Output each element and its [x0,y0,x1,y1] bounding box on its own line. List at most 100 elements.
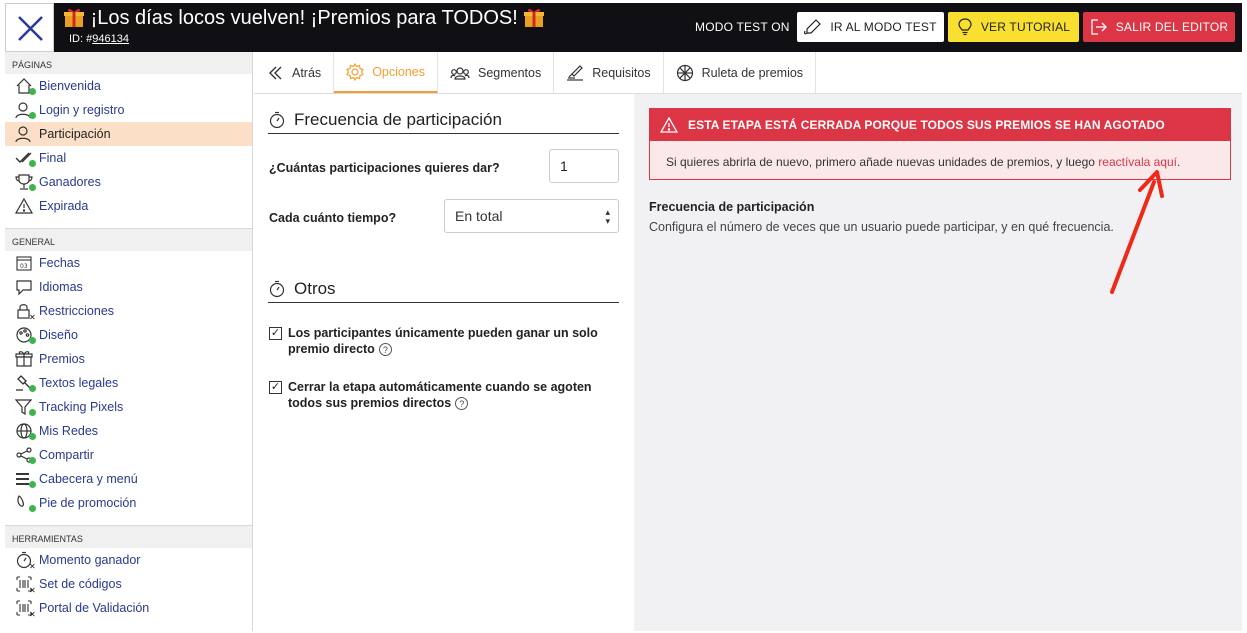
tab-ruleta[interactable]: Ruleta de premios [664,52,817,93]
sidebar-item-label: Participación [39,127,111,141]
participations-label: ¿Cuántas participaciones quieres dar? [269,161,500,175]
status-dot [29,337,36,344]
share-icon [15,446,36,464]
lock-icon: ✕ [15,302,36,322]
sidebar-item-label: Textos legales [39,376,119,390]
sidebar-item-set-codigos[interactable]: ✕ Set de códigos [5,572,252,596]
participations-input[interactable]: 1 [549,149,619,183]
status-dot [29,505,36,512]
editor-window: ¡Los días locos vuelven! ¡Premios para T… [5,3,1242,631]
select-arrows-icon: ▴ ▾ [605,207,610,226]
campaign-id: ID: #946134 [69,33,129,45]
tab-label: Requisitos [592,65,651,80]
sidebar-item-expirada[interactable]: Expirada [5,194,252,218]
test-mode-button[interactable]: IR AL MODO TEST [797,12,944,42]
section-label-tools: HERRAMIENTAS [5,526,252,548]
sidebar-item-restricciones[interactable]: ✕ Restricciones [5,299,252,323]
test-mode-button-label: IR AL MODO TEST [830,20,937,34]
gift-emoji-icon [64,8,84,27]
users-icon [450,66,470,80]
sidebar-item-diseno[interactable]: Diseño [5,323,252,347]
footer-icon [15,494,36,512]
check-icon [15,149,36,167]
sidebar-item-textos-legales[interactable]: Textos legales [5,371,252,395]
frequency-select-value: En total [455,208,503,224]
section-title: Otros [294,278,336,298]
status-dot [29,160,36,167]
section-heading-frequency: Frecuencia de participación [268,106,619,134]
sidebar-item-final[interactable]: Final [5,146,252,170]
tutorial-button[interactable]: VER TUTORIAL [948,12,1079,42]
menu-icon [15,470,36,488]
sidebar-item-participacion[interactable]: Participación [5,122,252,146]
tab-label: Opciones [372,64,425,79]
sidebar-item-compartir[interactable]: Compartir [5,443,252,467]
single-prize-checkbox[interactable]: ✓ [269,327,282,340]
tab-bar: Atrás Opciones Segmentos Requisitos Rule… [254,52,1242,94]
status-dot [29,457,36,464]
pen-icon [804,19,822,35]
sidebar-item-ganadores[interactable]: Ganadores [5,170,252,194]
status-dot [29,112,36,119]
sidebar-item-label: Set de códigos [39,577,122,591]
section-heading-others: Otros [268,275,619,303]
sidebar-item-premios[interactable]: Premios [5,347,252,371]
x-mark-icon: ✕ [29,610,36,619]
auto-close-checkbox[interactable]: ✓ [269,381,282,394]
gavel-icon [15,374,36,392]
tab-opciones[interactable]: Opciones [334,52,438,93]
gear-icon [346,62,365,81]
sidebar-item-login[interactable]: Login y registro [5,98,252,122]
frequency-select[interactable]: En total ▴ ▾ [444,199,619,233]
home-icon [15,77,36,95]
sidebar-item-label: Pie de promoción [39,496,137,510]
stamp-icon [567,64,584,81]
globe-icon [15,422,36,440]
sidebar-item-tracking-pixels[interactable]: Tracking Pixels [5,395,252,419]
annotation-arrow [1110,170,1164,294]
checkbox-label: Cerrar la etapa automáticamente cuando s… [288,380,592,410]
sidebar-item-portal-validacion[interactable]: ✕ Portal de Validación [5,596,252,620]
x-mark-icon: ✕ [29,562,36,571]
sidebar-item-momento-ganador[interactable]: ✕ Momento ganador [5,548,252,572]
status-dot [29,481,36,488]
sidebar-item-label: Portal de Validación [39,601,150,615]
sidebar-item-label: Ganadores [39,175,101,189]
user-icon [15,125,35,143]
x-mark-icon: ✕ [29,313,36,322]
sidebar-item-label: Premios [39,352,85,366]
single-prize-option: ✓ Los participantes únicamente pueden ga… [269,325,619,357]
tab-requisitos[interactable]: Requisitos [554,52,664,93]
tab-label: Segmentos [478,65,542,80]
sidebar-item-pie-promocion[interactable]: Pie de promoción [5,491,252,515]
help-icon[interactable]: ? [455,397,469,410]
sidebar-item-label: Diseño [39,328,78,342]
sidebar-item-cabecera[interactable]: Cabecera y menú [5,467,252,491]
stopwatch-icon [269,280,285,297]
filter-icon [14,398,36,416]
sidebar-item-label: Cabecera y menú [39,472,138,486]
sidebar-item-label: Idiomas [39,280,83,294]
sidebar-item-fechas[interactable]: 03 Fechas [5,251,252,275]
help-icon[interactable]: ? [378,343,392,356]
sidebar-item-mis-redes[interactable]: Mis Redes [5,419,252,443]
sidebar-item-label: Momento ganador [39,553,141,567]
sidebar-item-label: Mis Redes [39,424,99,438]
sidebar: PÁGINAS Bienvenida Login y registro Part… [5,52,253,631]
tab-segmentos[interactable]: Segmentos [438,52,555,93]
top-bar: ¡Los días locos vuelven! ¡Premios para T… [5,3,1242,52]
exit-editor-button[interactable]: SALIR DEL EDITOR [1083,12,1235,42]
tab-back[interactable]: Atrás [254,52,335,93]
stopwatch-icon: ✕ [15,551,36,571]
frequency-label: Cada cuánto tiempo? [269,211,397,225]
sidebar-item-label: Login y registro [39,103,125,117]
close-editor-button[interactable] [5,3,54,52]
gift-emoji-icon [524,8,545,27]
tutorial-button-label: VER TUTORIAL [980,20,1071,34]
sidebar-item-bienvenida[interactable]: Bienvenida [5,74,252,98]
sidebar-item-idiomas[interactable]: Idiomas [5,275,252,299]
help-title: Frecuencia de participación [649,200,815,214]
campaign-id-link[interactable]: 946134 [92,33,129,45]
lightbulb-icon [958,18,972,36]
tab-label: Atrás [292,65,322,80]
